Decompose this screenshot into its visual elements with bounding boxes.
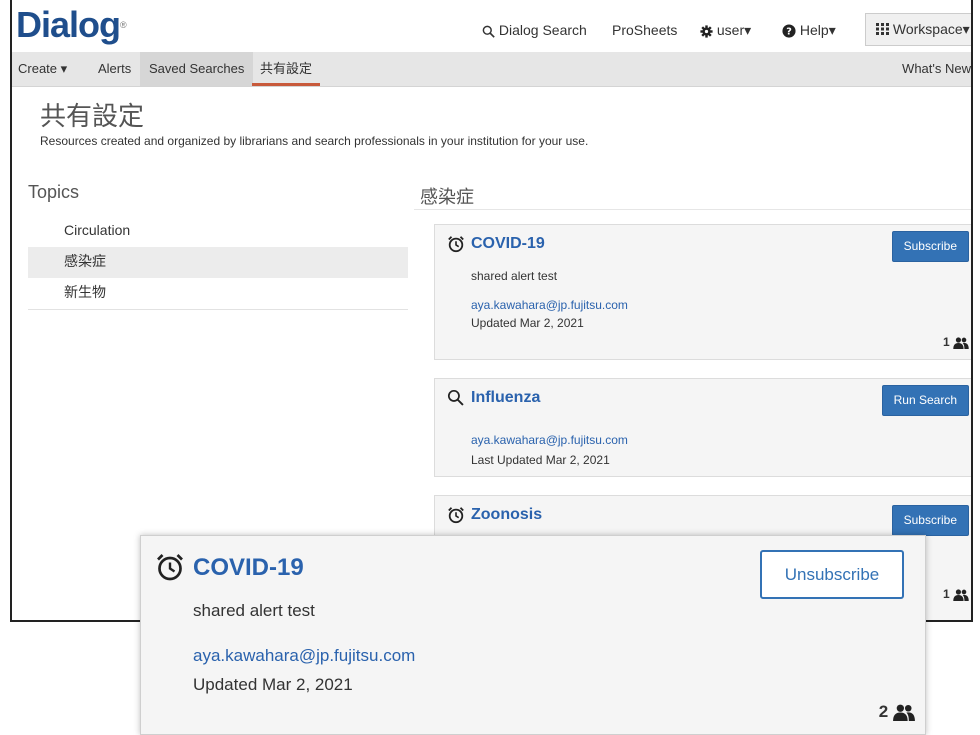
card-author-email[interactable]: aya.kawahara@jp.fujitsu.com	[193, 646, 415, 666]
top-navbar: Dialog® Dialog Search ProSheets user▾ ? …	[12, 0, 971, 52]
shared-settings-label: 共有設定	[260, 61, 313, 76]
card-title-link[interactable]: COVID-19	[193, 554, 304, 582]
topics-heading: Topics	[28, 182, 80, 202]
topic-item-infectious-disease[interactable]: 感染症	[28, 247, 408, 278]
topics-list: Circulation 感染症 新生物	[28, 216, 408, 310]
subscriber-count-value: 2	[878, 702, 889, 721]
create-label: Create	[18, 61, 58, 76]
dialog-search-label: Dialog Search	[498, 22, 587, 38]
alert-card-covid19: COVID-19 shared alert test aya.kawahara@…	[434, 224, 971, 360]
subscriber-count-value: 1	[942, 335, 950, 349]
registered-mark: ®	[120, 20, 127, 30]
section-heading: 感染症	[420, 187, 474, 208]
card-title-link[interactable]: Zoonosis	[471, 506, 542, 524]
gear-icon	[700, 25, 713, 38]
whats-new-label: What's New	[902, 61, 971, 76]
help-circle-icon: ?	[782, 24, 796, 38]
card-title-link[interactable]: COVID-19	[471, 235, 545, 253]
create-menu[interactable]: Create ▾	[18, 52, 67, 86]
alarm-clock-icon	[447, 235, 465, 258]
caret-down-icon: ▾	[57, 61, 68, 76]
subscriber-count: 1	[943, 335, 969, 349]
sub-navbar: Create ▾ Alerts Saved Searches 共有設定 What…	[12, 52, 971, 87]
users-icon	[953, 337, 969, 349]
unsubscribe-button[interactable]: Unsubscribe	[760, 550, 904, 599]
user-menu[interactable]: user▾	[700, 20, 751, 40]
search-icon	[447, 389, 464, 411]
card-updated-date: Updated Mar 2, 2021	[471, 316, 584, 330]
alarm-clock-icon	[447, 506, 465, 529]
saved-searches-link[interactable]: Saved Searches	[140, 52, 254, 86]
help-menu[interactable]: ? Help▾	[782, 20, 836, 40]
search-icon	[482, 25, 495, 38]
subscriber-count-value: 1	[942, 587, 950, 601]
app-window: Dialog® Dialog Search ProSheets user▾ ? …	[10, 0, 973, 622]
subscriber-count: 1	[943, 587, 969, 601]
tab-shared-settings[interactable]: 共有設定	[252, 52, 321, 86]
zoomed-alert-card: COVID-19 shared alert test aya.kawahara@…	[140, 535, 926, 735]
dialog-search-link[interactable]: Dialog Search	[482, 20, 587, 40]
prosheets-link[interactable]: ProSheets	[612, 20, 677, 40]
help-label: Help	[799, 22, 829, 38]
section-divider	[414, 209, 971, 210]
run-search-button[interactable]: Run Search	[881, 385, 969, 416]
alarm-clock-icon	[155, 552, 185, 587]
page-description: Resources created and organized by libra…	[40, 134, 589, 148]
user-label: user	[716, 22, 745, 38]
saved-search-card-influenza: Influenza aya.kawahara@jp.fujitsu.com La…	[434, 378, 971, 477]
svg-text:?: ?	[786, 27, 792, 38]
dialog-logo[interactable]: Dialog®	[16, 4, 127, 46]
subscriber-count: 2	[879, 702, 915, 722]
caret-down-icon: ▾	[744, 22, 752, 38]
caret-down-icon: ▾	[962, 21, 970, 37]
page-title: 共有設定	[40, 102, 145, 132]
workspace-label: Workspace	[892, 21, 963, 37]
caret-down-icon: ▾	[828, 22, 836, 38]
topic-item-neoplasm[interactable]: 新生物	[28, 278, 408, 309]
logo-text: Dialog	[16, 4, 121, 45]
topic-item-circulation[interactable]: Circulation	[28, 216, 408, 247]
subscribe-button[interactable]: Subscribe	[891, 505, 969, 536]
grid-icon	[876, 23, 889, 35]
card-description: shared alert test	[193, 601, 315, 620]
card-title-link[interactable]: Influenza	[471, 389, 540, 407]
card-updated-date: Last Updated Mar 2, 2021	[471, 453, 610, 467]
card-author-email[interactable]: aya.kawahara@jp.fujitsu.com	[471, 433, 628, 447]
card-description: shared alert test	[471, 269, 558, 283]
saved-searches-label: Saved Searches	[149, 61, 245, 76]
card-updated-date: Updated Mar 2, 2021	[193, 675, 353, 694]
users-icon	[893, 704, 915, 722]
subscribe-button[interactable]: Subscribe	[891, 231, 969, 262]
prosheets-label: ProSheets	[612, 22, 678, 38]
users-icon	[953, 589, 969, 601]
alerts-link[interactable]: Alerts	[98, 52, 131, 86]
whats-new-link[interactable]: What's New	[902, 52, 971, 86]
alerts-label: Alerts	[98, 61, 132, 76]
workspace-menu[interactable]: Workspace▾	[865, 13, 971, 46]
card-author-email[interactable]: aya.kawahara@jp.fujitsu.com	[471, 298, 628, 312]
